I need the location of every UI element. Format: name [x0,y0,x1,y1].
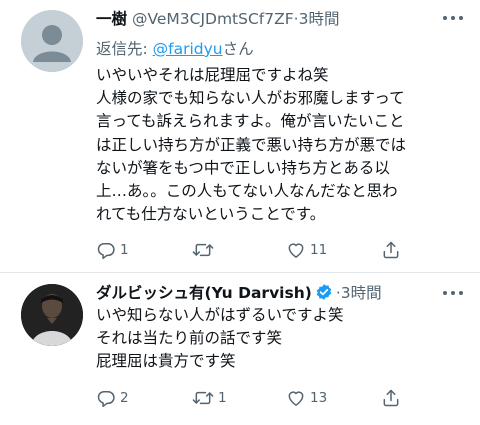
avatar-default[interactable] [21,10,83,72]
reply-icon [97,391,115,408]
tweet-text-line: いやいやそれは屁理屈ですよね笑 [96,66,329,84]
replying-to-suffix: さん [222,40,254,58]
reply-button[interactable]: 1 [96,240,129,260]
like-icon [288,391,304,406]
tweet-1[interactable]: 一樹 @VeM3CJDmtSCf7ZF·3時間 返信先: @faridyuさん … [0,0,480,272]
avatar-photo[interactable] [21,284,83,346]
retweet-icon [192,243,214,257]
like-count: 11 [310,242,328,258]
timestamp[interactable]: 3時間 [341,284,382,302]
tweet-text-line: 上…あ。。この人もてない人なんだなと思わ [96,182,398,201]
share-button[interactable] [381,388,401,408]
retweet-button[interactable]: 1 [192,388,227,408]
tweet-text-line: 言っても訴えられますよ。俺が言いたいこと [96,112,405,131]
verified-badge-icon [315,283,333,306]
share-icon [383,389,399,407]
display-name[interactable]: ダルビッシュ有(Yu Darvish) [96,284,312,302]
tweet-2[interactable]: ダルビッシュ有(Yu Darvish) ·3時間 いや知らない人がはずるいですよ笑… [0,272,480,425]
replying-to-label: 返信先: [96,40,153,58]
tweet-actions: 1 11 [96,240,466,262]
retweet-button[interactable] [192,240,218,260]
replying-to: 返信先: @faridyuさん [96,37,254,59]
timestamp[interactable]: 3時間 [299,10,340,28]
tweet-text-line: 人様の家でも知らない人がお邪魔しますって [96,89,405,108]
display-name[interactable]: 一樹 [96,10,127,28]
tweet-text-line: は正しい持ち方が正義で悪い持ち方が悪では [96,135,407,154]
profile-photo-icon [21,284,83,346]
reply-count: 2 [120,390,129,406]
tweet-text-line: 屁理屈は貴方です笑 [96,352,236,371]
tweet-text-line: ないが箸をもつ中で正しい持ち方とある以 [96,158,390,177]
tweet-text: いやいやそれは屁理屈ですよね笑 人様の家でも知らない人がお邪魔しますって 言って… [96,64,470,226]
default-profile-icon [21,10,83,72]
tweet-text: いや知らない人がはずるいですよ笑 それは当たり前の話です笑 屁理屈は貴方です笑 [96,304,470,374]
share-icon [383,241,399,259]
more-icon[interactable] [440,284,466,302]
tweet-header: ダルビッシュ有(Yu Darvish) ·3時間 [96,283,382,306]
like-button[interactable]: 11 [286,240,327,260]
user-handle[interactable]: @VeM3CJDmtSCf7ZF [132,10,294,28]
like-button[interactable]: 13 [286,388,327,408]
more-icon[interactable] [440,9,466,27]
retweet-icon [192,391,214,405]
replying-to-handle[interactable]: @faridyu [153,40,223,58]
share-button[interactable] [381,240,401,260]
tweet-header: 一樹 @VeM3CJDmtSCf7ZF·3時間 [96,9,339,29]
tweet-actions: 2 1 13 [96,388,466,410]
tweet-text-line: れても仕方ないということです。 [96,205,326,224]
reply-button[interactable]: 2 [96,388,129,408]
tweet-text-line: いや知らない人がはずるいですよ笑 [96,306,344,324]
like-icon [288,243,304,258]
reply-count: 1 [120,242,129,258]
like-count: 13 [310,390,328,406]
tweet-text-line: それは当たり前の話です笑 [96,329,283,348]
reply-icon [97,243,115,260]
retweet-count: 1 [218,390,227,406]
